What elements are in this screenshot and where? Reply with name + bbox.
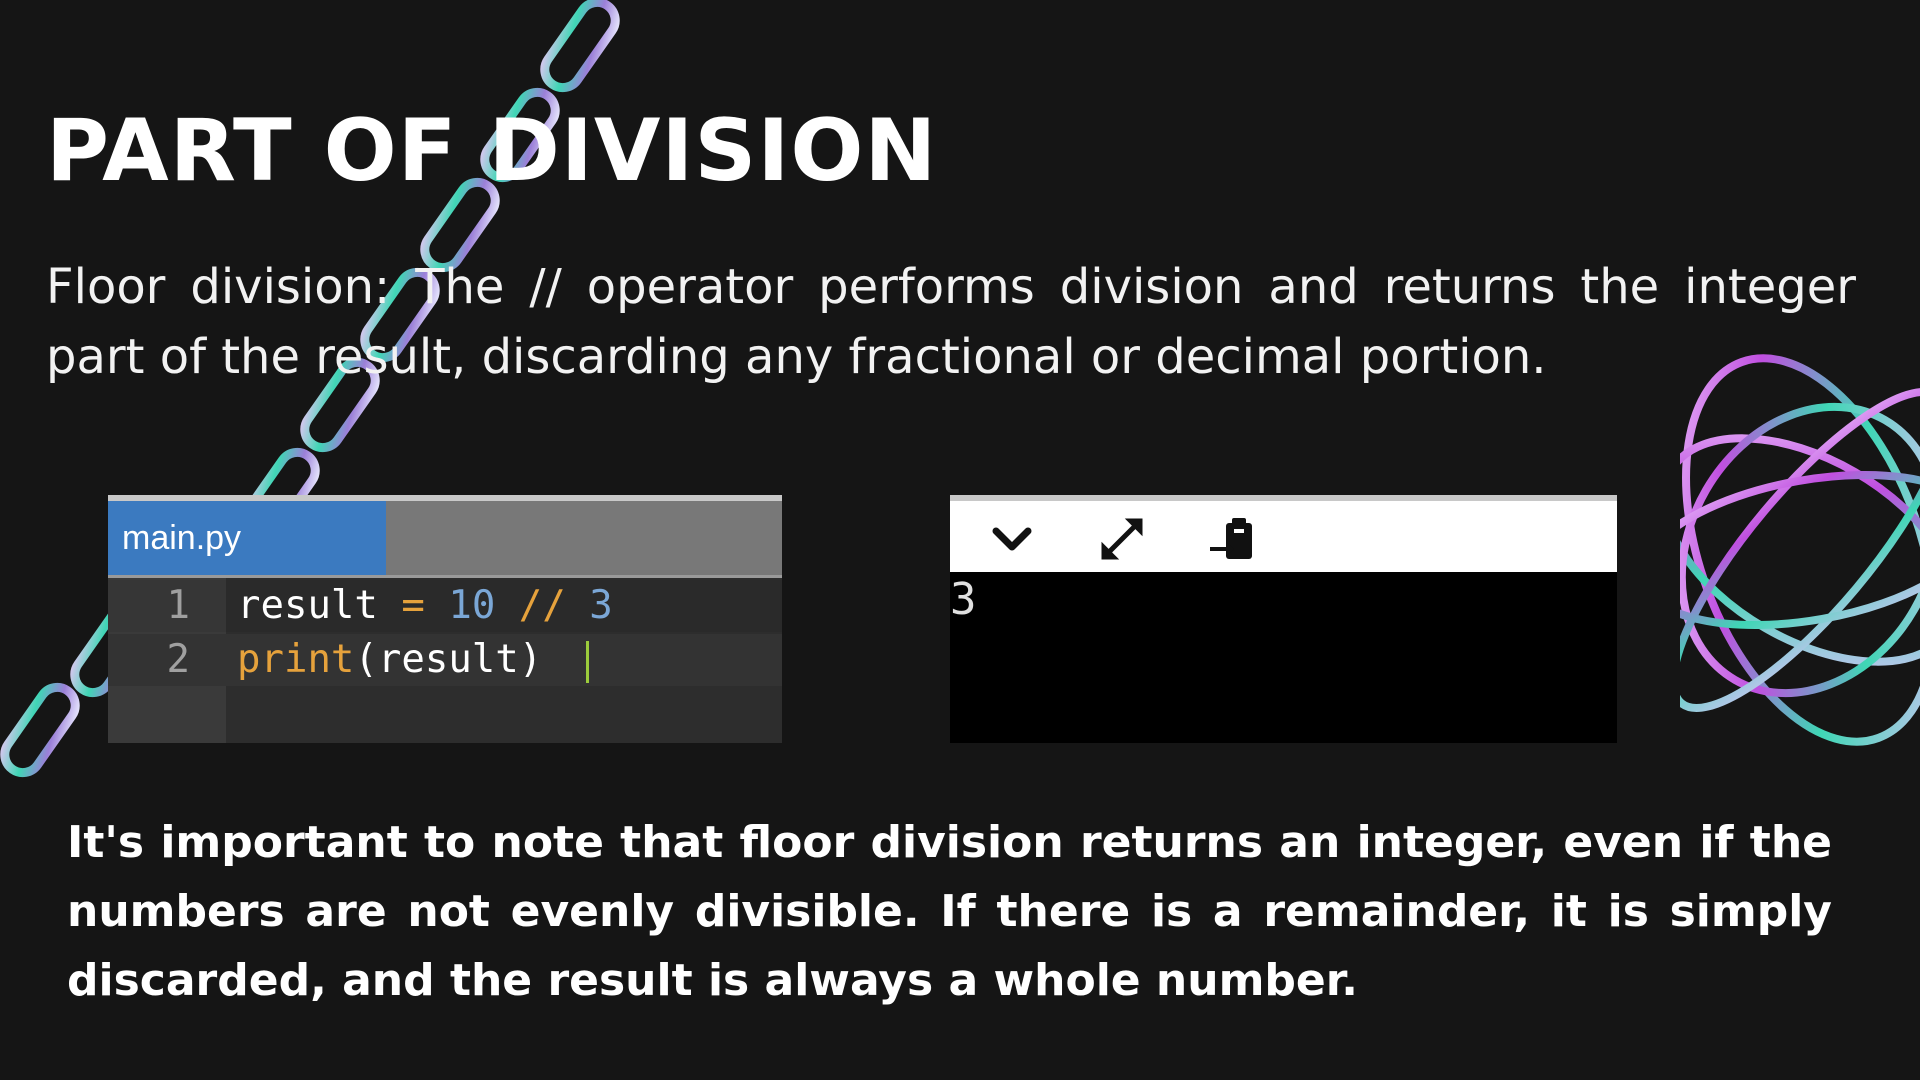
clipboard-icon[interactable] bbox=[1202, 511, 1262, 567]
expand-arrows-icon[interactable] bbox=[1092, 511, 1152, 567]
page-title: PART OF DIVISION bbox=[46, 101, 938, 201]
chevron-down-icon[interactable] bbox=[982, 511, 1042, 567]
code-editor: main.py 1 result = 10 // 3 2 print(resul… bbox=[108, 495, 782, 743]
code-token-floor-div: // bbox=[518, 583, 566, 628]
console-toolbar bbox=[950, 495, 1617, 572]
code-token-variable: result bbox=[237, 583, 378, 628]
note-paragraph: It's important to note that floor divisi… bbox=[67, 817, 1832, 1006]
code-token-paren: ( bbox=[354, 637, 378, 682]
code-token-paren: ) bbox=[518, 637, 543, 682]
subtitle-paragraph: Floor division: The // operator performs… bbox=[46, 259, 1856, 385]
slide: PART OF DIVISION Floor division: The // … bbox=[0, 0, 1920, 1080]
tab-main-py[interactable]: main.py bbox=[108, 501, 386, 575]
code-token-argument: result bbox=[377, 637, 519, 682]
text-cursor bbox=[586, 640, 590, 683]
line-number: 2 bbox=[166, 637, 190, 682]
code-token-number: 3 bbox=[589, 583, 613, 628]
code-token-number: 10 bbox=[448, 583, 496, 628]
console-output: 3 bbox=[950, 574, 977, 625]
code-line[interactable]: 1 result = 10 // 3 bbox=[108, 580, 782, 632]
editor-body[interactable]: 1 result = 10 // 3 2 print(result) bbox=[108, 575, 782, 743]
code-token-function: print bbox=[237, 637, 355, 682]
code-line[interactable]: 2 print(result) bbox=[108, 634, 782, 686]
editor-tab-bar: main.py bbox=[108, 495, 782, 575]
code-text: result = 10 // 3 bbox=[237, 580, 613, 632]
code-token-assign: = bbox=[401, 583, 425, 628]
code-text: print(result) bbox=[237, 634, 590, 686]
line-number: 1 bbox=[166, 583, 190, 628]
console-panel: 3 bbox=[950, 495, 1617, 743]
